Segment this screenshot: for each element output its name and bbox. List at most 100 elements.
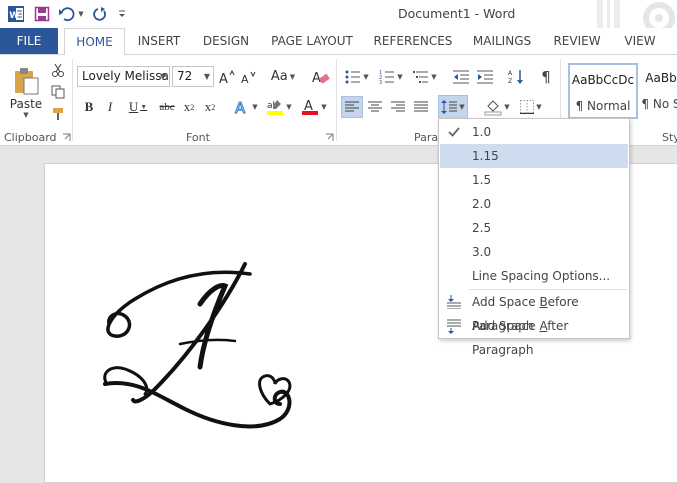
font-name-box[interactable]: Lovely Melissa ▼ <box>77 66 170 87</box>
strikethrough-icon[interactable]: abc <box>156 96 178 118</box>
title-background-pattern <box>597 0 675 28</box>
cut-icon[interactable] <box>48 60 68 80</box>
line-spacing-option-2-0[interactable]: 2.0 <box>440 192 628 216</box>
title-bar: W ▼ Document1 - Word <box>0 0 677 28</box>
option-label: 1.0 <box>472 125 492 139</box>
borders-icon <box>520 100 535 114</box>
show-formatting-marks-icon[interactable]: ¶ <box>535 66 557 87</box>
option-label: 2.0 <box>472 197 492 211</box>
clipboard-group-label: Clipboard <box>4 131 57 144</box>
align-right-icon[interactable] <box>387 96 409 118</box>
redo-icon[interactable] <box>90 4 110 24</box>
tab-references[interactable]: REFERENCES <box>370 28 456 54</box>
save-icon[interactable] <box>32 4 52 24</box>
chevron-down-icon: ▼ <box>397 72 403 81</box>
line-spacing-options-link[interactable]: Line Spacing Options... <box>440 264 628 288</box>
font-size-value: 72 <box>177 69 193 83</box>
bold-icon[interactable]: B <box>80 96 98 118</box>
tab-view[interactable]: VIEW <box>618 28 662 54</box>
font-name-value: Lovely Melissa <box>82 69 169 83</box>
group-separator <box>336 59 337 141</box>
chevron-down-icon: ▼ <box>23 110 29 119</box>
font-size-box[interactable]: 72 ▼ <box>172 66 214 87</box>
justify-icon[interactable] <box>410 96 432 118</box>
tab-mailings[interactable]: MAILINGS <box>468 28 536 54</box>
tab-page-layout[interactable]: PAGE LAYOUT <box>266 28 358 54</box>
style-name: ¶ No S <box>641 97 677 111</box>
option-label: 2.5 <box>472 221 492 235</box>
option-label: Line Spacing Options... <box>472 269 611 283</box>
svg-text:A: A <box>241 73 249 84</box>
svg-text:A: A <box>219 72 228 84</box>
tab-review[interactable]: REVIEW <box>550 28 604 54</box>
styles-group-label: Sty <box>662 131 677 144</box>
tab-file[interactable]: FILE <box>0 28 58 54</box>
chevron-down-icon: ▼ <box>252 103 258 111</box>
numbering-button[interactable]: 1 2 3 ▼ <box>376 66 406 87</box>
chevron-down-icon: ▼ <box>431 72 437 81</box>
clear-formatting-icon[interactable]: A <box>310 66 332 87</box>
line-spacing-option-1-0[interactable]: 1.0 <box>440 120 628 144</box>
paste-icon <box>15 67 39 94</box>
bullets-button[interactable]: ▼ <box>342 66 372 87</box>
change-case-label: Aa <box>270 69 288 84</box>
shrink-font-button[interactable]: A <box>240 66 258 87</box>
grow-font-icon: A <box>219 69 235 84</box>
add-space-after-paragraph[interactable]: Add Space After Paragraph <box>440 314 628 357</box>
style-normal[interactable]: AaBbCcDc ¶ Normal <box>568 63 638 119</box>
sort-icon[interactable]: AZ <box>505 66 527 87</box>
word-app-icon[interactable]: W <box>6 4 26 24</box>
tab-insert[interactable]: INSERT <box>132 28 186 54</box>
tab-home[interactable]: HOME <box>64 28 125 55</box>
copy-icon[interactable] <box>48 82 68 102</box>
bullets-icon <box>345 70 361 83</box>
add-space-after-icon <box>447 319 461 334</box>
style-no-spacing[interactable]: AaBb ¶ No S <box>641 63 677 119</box>
dialog-launcher-icon[interactable] <box>325 133 334 142</box>
multilevel-list-button[interactable]: ▼ <box>410 66 440 87</box>
underline-icon[interactable]: U ▼ <box>123 96 153 118</box>
dialog-launcher-icon[interactable] <box>62 133 71 142</box>
chevron-down-icon: ▼ <box>504 103 510 111</box>
chevron-down-icon: ▼ <box>363 72 369 81</box>
decrease-indent-icon[interactable] <box>450 66 472 87</box>
line-spacing-option-1-15[interactable]: 1.15 <box>440 144 628 168</box>
customize-qat-icon[interactable] <box>116 4 128 24</box>
change-case-button[interactable]: Aa ▼ <box>268 66 298 87</box>
line-spacing-option-3-0[interactable]: 3.0 <box>440 240 628 264</box>
paste-button[interactable]: Paste ▼ <box>6 61 46 123</box>
tab-design[interactable]: DESIGN <box>199 28 253 54</box>
svg-text:W: W <box>9 11 19 21</box>
style-preview: AaBbCcDc <box>571 73 635 87</box>
shading-button[interactable]: ▼ <box>482 96 512 118</box>
superscript-icon[interactable]: x2 <box>201 96 219 118</box>
chevron-down-icon: ▼ <box>203 72 210 81</box>
chevron-down-icon: ▼ <box>286 103 292 111</box>
svg-text:A: A <box>312 71 321 85</box>
font-color-button[interactable]: A ▼ <box>299 96 329 118</box>
grow-font-button[interactable]: A <box>218 66 236 87</box>
line-spacing-option-1-5[interactable]: 1.5 <box>440 168 628 192</box>
line-spacing-button[interactable]: ▼ <box>438 95 468 119</box>
line-spacing-option-2-5[interactable]: 2.5 <box>440 216 628 240</box>
add-space-before-paragraph[interactable]: Add Space Before Paragraph <box>440 290 628 333</box>
style-name: ¶ Normal <box>575 99 631 113</box>
font-group-label: Font <box>186 131 210 144</box>
text-effects-button[interactable]: A ▼ <box>232 96 260 118</box>
align-left-icon[interactable] <box>341 96 363 118</box>
undo-icon[interactable]: ▼ <box>58 4 84 24</box>
decorative-script-letter <box>103 262 292 429</box>
paste-label: Paste <box>9 96 43 111</box>
line-spacing-menu: 1.0 1.15 1.5 2.0 2.5 3.0 Line Spacing Op… <box>438 118 630 357</box>
borders-button[interactable]: ▼ <box>516 96 546 118</box>
format-painter-icon[interactable] <box>48 104 68 124</box>
ribbon-tab-row: FILE HOME INSERT DESIGN PAGE LAYOUT REFE… <box>0 28 677 55</box>
shading-icon <box>484 100 502 116</box>
highlight-color-button[interactable]: ab ▼ <box>264 96 294 118</box>
chevron-down-icon: ▼ <box>536 103 542 111</box>
chevron-down-icon: ▼ <box>159 72 166 81</box>
increase-indent-icon[interactable] <box>474 66 496 87</box>
italic-icon[interactable]: I <box>101 96 119 118</box>
align-center-icon[interactable] <box>364 96 386 118</box>
subscript-icon[interactable]: x2 <box>180 96 198 118</box>
